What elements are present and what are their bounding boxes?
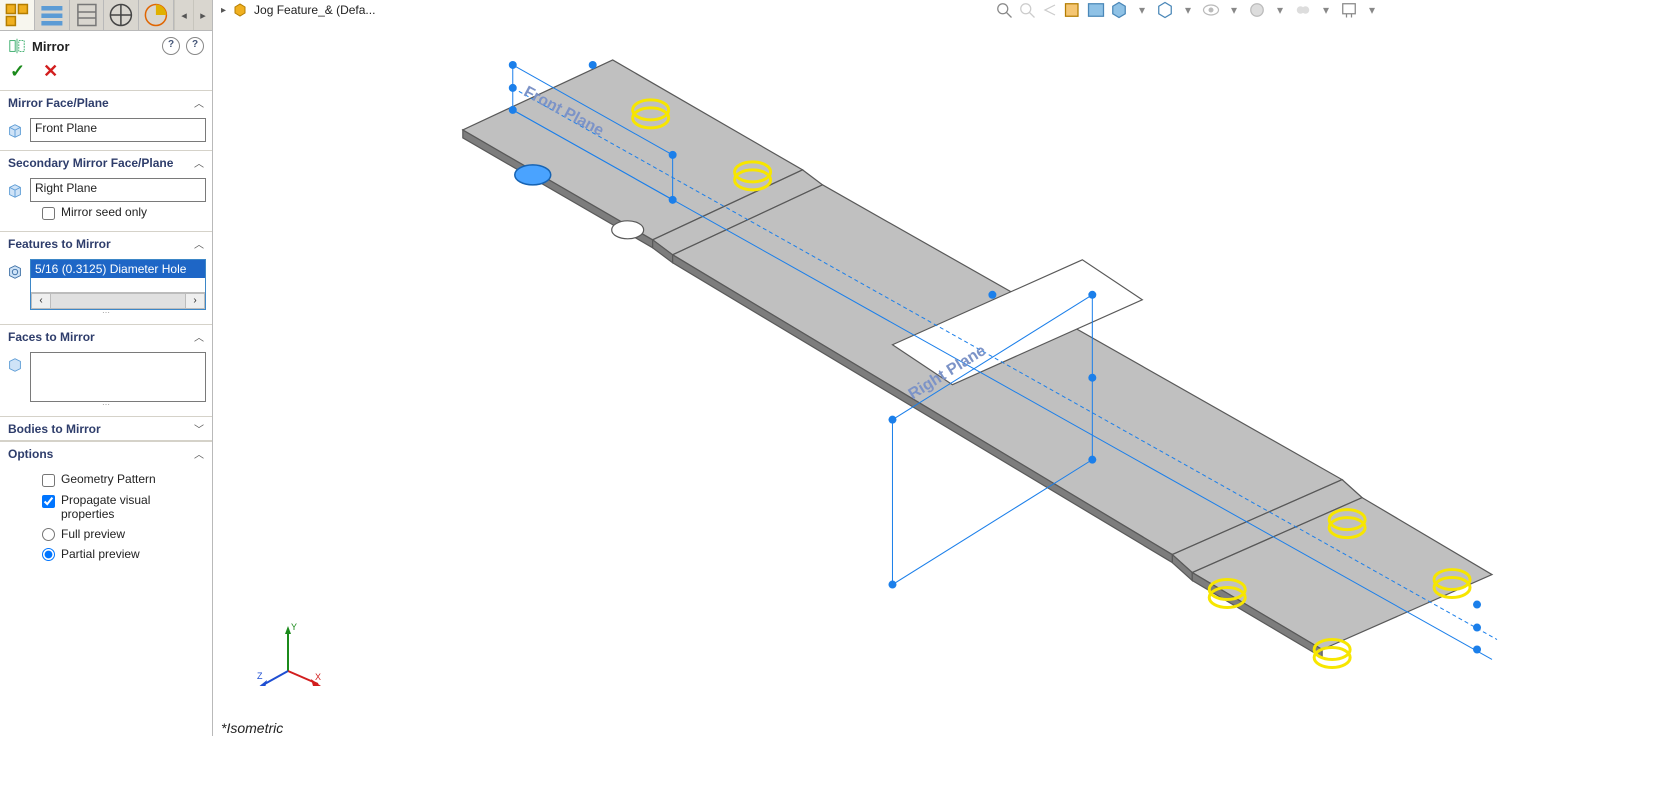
help-button[interactable]: ? [186,37,204,55]
chevron-up-icon: ︿ [194,95,204,110]
section-options-header[interactable]: Options ︿ [0,441,212,465]
tabstrip-next[interactable]: ▸ [193,0,212,30]
faces-selection-box[interactable] [30,352,206,402]
geometry-pattern-label: Geometry Pattern [61,472,156,486]
section-bodies-label: Bodies to Mirror [8,422,194,436]
mirror-seed-only-checkbox[interactable] [42,207,55,220]
option-partial-preview-row[interactable]: Partial preview [6,544,206,564]
face-icon [6,356,24,374]
mirror-icon [8,37,26,55]
tabstrip-prev[interactable]: ◂ [174,0,193,30]
features-scroll-left[interactable]: ‹ [31,293,51,309]
full-preview-radio[interactable] [42,528,55,541]
section-bodies-header[interactable]: Bodies to Mirror ﹀ [0,416,212,440]
feature-item-selected[interactable]: 5/16 (0.3125) Diameter Hole [31,260,205,278]
resize-grip[interactable]: ⋯ [6,402,206,408]
plane-icon [6,182,24,200]
option-propagate-row[interactable]: Propagate visual properties [6,490,206,524]
secondary-face-selection[interactable]: Right Plane [30,178,206,202]
tab-display-manager[interactable] [139,0,174,30]
cancel-button[interactable]: ✕ [43,61,58,82]
chevron-up-icon: ︿ [194,446,204,461]
tab-feature-manager[interactable] [0,0,35,30]
features-scroll-right[interactable]: › [185,293,205,309]
tab-config-manager[interactable] [70,0,105,30]
option-geometry-pattern-row[interactable]: Geometry Pattern [6,469,206,490]
svg-text:X: X [315,672,321,682]
partial-preview-radio[interactable] [42,548,55,561]
section-secondary-face-header[interactable]: Secondary Mirror Face/Plane ︿ [0,150,212,174]
graphics-viewport[interactable]: ▸ Jog Feature_& (Defa... ▾ ▾ ▾ ▾ ▾ ▾ [213,0,1552,736]
section-faces-label: Faces to Mirror [8,330,194,344]
section-features-header[interactable]: Features to Mirror ︿ [0,231,212,255]
help-undo-button[interactable]: ? [162,37,180,55]
svg-text:Y: Y [291,622,297,632]
tab-property-manager[interactable] [35,0,70,30]
chevron-up-icon: ︿ [194,236,204,251]
full-preview-label: Full preview [61,527,125,541]
panel-tabstrip: ◂ ▸ [0,0,212,31]
chevron-up-icon: ︿ [194,329,204,344]
view-triad[interactable]: Y X Z [253,616,323,686]
geometry-pattern-checkbox[interactable] [42,474,55,487]
features-selection-box[interactable]: 5/16 (0.3125) Diameter Hole ‹ › [30,259,206,310]
partial-preview-label: Partial preview [61,547,140,561]
tab-dimxpert[interactable] [104,0,139,30]
chevron-up-icon: ︿ [194,155,204,170]
section-options-label: Options [8,447,194,461]
mirror-seed-only-row[interactable]: Mirror seed only [6,202,206,223]
mirror-seed-only-label: Mirror seed only [61,205,147,219]
feature-title: Mirror [32,39,156,54]
plane-icon [6,122,24,140]
svg-text:Z: Z [257,671,263,681]
property-manager-panel: ◂ ▸ Mirror ? ? ✓ ✕ Mirror Face/Plane ︿ [0,0,213,736]
view-name-label: *Isometric [221,720,283,736]
scene-svg: Front Plane Right Plane [213,0,1552,735]
propagate-checkbox[interactable] [42,495,55,508]
section-features-label: Features to Mirror [8,237,194,251]
section-mirror-face-label: Mirror Face/Plane [8,96,194,110]
mirror-face-selection[interactable]: Front Plane [30,118,206,142]
chevron-down-icon: ﹀ [194,421,204,436]
resize-grip[interactable]: ⋯ [6,310,206,316]
section-secondary-face-label: Secondary Mirror Face/Plane [8,156,194,170]
propagate-label: Propagate visual properties [61,493,206,521]
feature-icon [6,263,24,281]
section-faces-header[interactable]: Faces to Mirror ︿ [0,324,212,348]
option-full-preview-row[interactable]: Full preview [6,524,206,544]
ok-button[interactable]: ✓ [10,61,25,82]
section-mirror-face-header[interactable]: Mirror Face/Plane ︿ [0,90,212,114]
features-scroll-track[interactable] [51,293,185,309]
